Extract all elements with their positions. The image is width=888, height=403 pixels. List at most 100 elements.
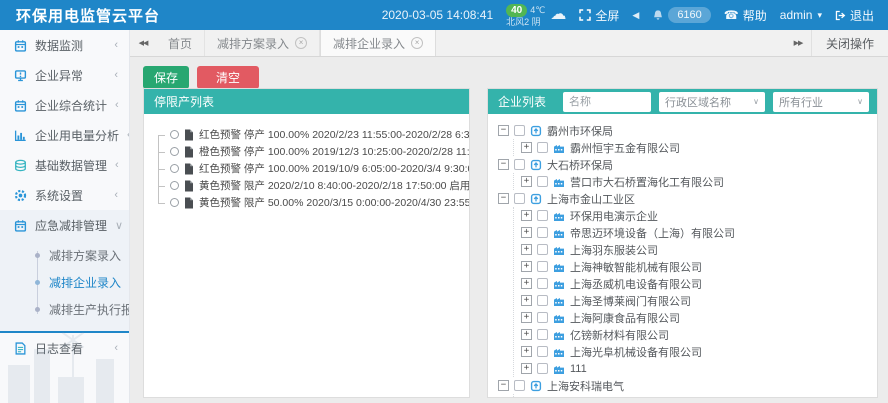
marquee-collapse-icon[interactable]: ◀ (632, 10, 639, 21)
checkbox[interactable] (514, 380, 525, 391)
checkbox[interactable] (537, 295, 548, 306)
company-row[interactable]: + 上海光阜机械设备有限公司 (521, 343, 877, 360)
collapse-box-icon[interactable]: − (498, 380, 509, 391)
company-row[interactable]: + 亿镑新材料有限公司 (521, 326, 877, 343)
company-row[interactable]: + 帝思迈环境设备（上海）有限公司 (521, 224, 877, 241)
industry-filter-select[interactable]: 所有行业 ∨ (773, 92, 869, 112)
company-row[interactable]: + 环保用电演示企业 (521, 394, 877, 397)
company-row[interactable]: + 上海阿康食品有限公司 (521, 309, 877, 326)
company-row[interactable]: + 营口市大石桥置海化工有限公司 (521, 173, 877, 190)
stop-limit-item[interactable]: 橙色预警 停产 100.00% 2019/12/3 10:25:00-2020/… (154, 143, 469, 160)
sidebar-item-base-data[interactable]: 基础数据管理 ‹ (0, 150, 129, 180)
checkbox[interactable] (537, 244, 548, 255)
checkbox[interactable] (514, 193, 525, 204)
logout-button[interactable]: 退出 (835, 7, 874, 24)
sidebar-item-enterprise-anomaly[interactable]: 企业异常 ‹ (0, 60, 129, 90)
tabs-scroll-left-button[interactable]: ◀◀ (130, 30, 156, 56)
company-icon (553, 244, 565, 256)
sidebar-item-plan-entry[interactable]: 减排方案录入 (37, 242, 129, 269)
checkbox[interactable] (537, 329, 548, 340)
company-row[interactable]: + 上海羽东服装公司 (521, 241, 877, 258)
expand-box-icon[interactable]: + (521, 278, 532, 289)
save-button[interactable]: 保存 (143, 66, 189, 89)
clear-button[interactable]: 清空 (197, 66, 259, 89)
checkbox[interactable] (537, 312, 548, 323)
collapse-box-icon[interactable]: − (498, 125, 509, 136)
user-menu[interactable]: admin ▾ (780, 8, 822, 22)
close-operations-button[interactable]: 关闭操作 (811, 30, 888, 56)
tab-reduction-plan-entry[interactable]: 减排方案录入 × (205, 30, 320, 56)
double-left-arrow-icon: ◀◀ (139, 39, 148, 47)
notifications-button[interactable]: 6160 (652, 7, 710, 23)
checkbox[interactable] (537, 261, 548, 272)
tab-close-icon[interactable]: × (411, 37, 423, 49)
sidebar-item-power-analysis[interactable]: 企业用电量分析 ‹ (0, 120, 129, 150)
radio-button[interactable] (170, 164, 179, 173)
tab-home[interactable]: 首页 (156, 30, 205, 56)
region-filter-select[interactable]: 行政区域名称 ∨ (659, 92, 765, 112)
logout-icon (835, 10, 846, 21)
sidebar-item-emergency-reduction[interactable]: 应急减排管理 ∨ (0, 210, 129, 240)
org-row[interactable]: − 上海市金山工业区 (498, 190, 877, 207)
sidebar-item-enterprise-statistics[interactable]: 企业综合统计 ‹ (0, 90, 129, 120)
sidebar-item-data-monitoring[interactable]: 数据监测 ‹ (0, 30, 129, 60)
checkbox[interactable] (537, 363, 548, 374)
company-row[interactable]: + 111 (521, 360, 877, 377)
database-icon (14, 159, 27, 172)
org-icon (530, 159, 542, 171)
expand-box-icon[interactable]: + (521, 142, 532, 153)
tab-reduction-enterprise-entry[interactable]: 减排企业录入 × (320, 30, 436, 56)
company-row[interactable]: + 霸州恒宇五金有限公司 (521, 139, 877, 156)
expand-box-icon[interactable]: + (521, 227, 532, 238)
name-filter-input[interactable] (563, 92, 651, 112)
sidebar-item-enterprise-entry[interactable]: 减排企业录入 (37, 269, 129, 296)
expand-box-icon[interactable]: + (521, 312, 532, 323)
checkbox[interactable] (514, 125, 525, 136)
checkbox[interactable] (514, 159, 525, 170)
sidebar-item-log-view[interactable]: 日志查看 ‹ (0, 333, 129, 363)
company-row[interactable]: + 环保用电演示企业 (521, 207, 877, 224)
app-title: 环保用电监管云平台 (0, 5, 160, 26)
collapse-box-icon[interactable]: − (498, 193, 509, 204)
company-row[interactable]: + 上海圣博莱阀门有限公司 (521, 292, 877, 309)
company-icon (553, 329, 565, 341)
expand-box-icon[interactable]: + (521, 210, 532, 221)
org-row[interactable]: − 大石桥环保局 (498, 156, 877, 173)
expand-box-icon[interactable]: + (521, 176, 532, 187)
company-row[interactable]: + 上海丞威机电设备有限公司 (521, 275, 877, 292)
checkbox[interactable] (537, 227, 548, 238)
expand-box-icon[interactable]: + (521, 346, 532, 357)
stop-limit-item[interactable]: 红色预警 停产 100.00% 2019/10/9 6:05:00-2020/3… (154, 160, 469, 177)
tab-close-icon[interactable]: × (295, 37, 307, 49)
expand-box-icon[interactable]: + (521, 363, 532, 374)
tabs-scroll-right-button[interactable]: ▶▶ (785, 30, 811, 56)
stop-limit-item[interactable]: 黄色预警 限产 2020/2/10 8:40:00-2020/2/18 17:5… (154, 177, 469, 194)
fullscreen-button[interactable]: 全屏 (579, 7, 619, 24)
checkbox[interactable] (537, 176, 548, 187)
select-caret-icon: ∨ (857, 97, 863, 106)
company-row[interactable]: + 上海神敏智能机械有限公司 (521, 258, 877, 275)
radio-button[interactable] (170, 198, 179, 207)
collapse-box-icon[interactable]: − (498, 159, 509, 170)
expand-box-icon[interactable]: + (521, 244, 532, 255)
help-button[interactable]: ☎ 帮助 (724, 7, 767, 24)
expand-box-icon[interactable]: + (521, 295, 532, 306)
stop-limit-item[interactable]: 黄色预警 限产 50.00% 2020/3/15 0:00:00-2020/4/… (154, 194, 469, 211)
radio-button[interactable] (170, 147, 179, 156)
checkbox[interactable] (537, 142, 548, 153)
radio-button[interactable] (170, 130, 179, 139)
sidebar-item-system-settings[interactable]: 系统设置 ‹ (0, 180, 129, 210)
user-label: admin (780, 8, 813, 22)
content-area: 保存 清空 停限产列表 红色预警 停产 100.00% 2020/2/23 11… (130, 57, 888, 403)
stop-limit-item[interactable]: 红色预警 停产 100.00% 2020/2/23 11:55:00-2020/… (154, 126, 469, 143)
expand-box-icon[interactable]: + (521, 329, 532, 340)
expand-box-icon[interactable]: + (521, 261, 532, 272)
checkbox[interactable] (537, 278, 548, 289)
sidebar-item-execution-report[interactable]: 减排生产执行报告 (37, 296, 129, 323)
radio-button[interactable] (170, 181, 179, 190)
checkbox[interactable] (537, 210, 548, 221)
org-row[interactable]: − 霸州市环保局 (498, 122, 877, 139)
org-row[interactable]: − 上海安科瑞电气 (498, 377, 877, 394)
checkbox[interactable] (537, 346, 548, 357)
bar-chart-icon (14, 129, 27, 142)
